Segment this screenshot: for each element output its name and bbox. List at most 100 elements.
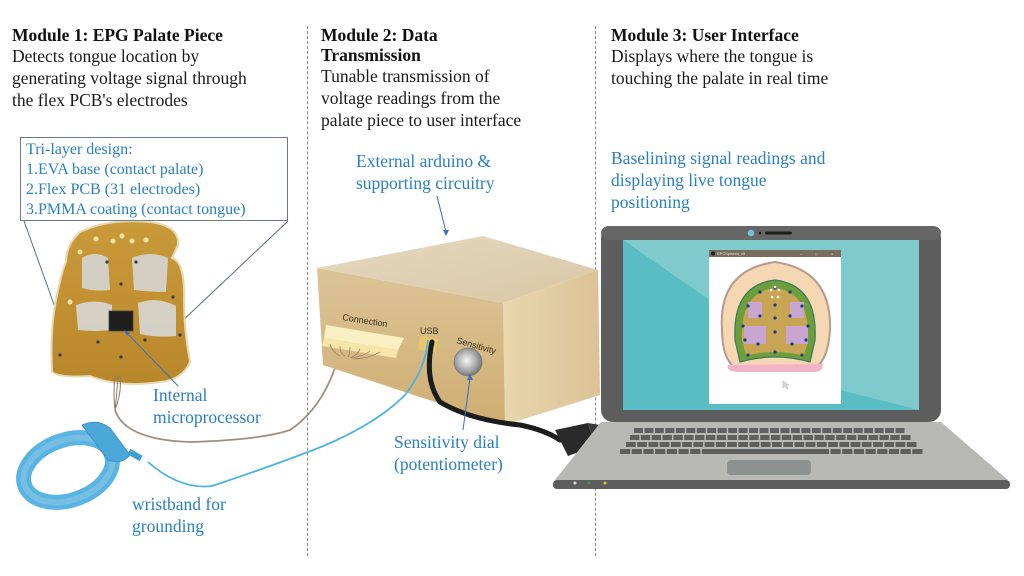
keyboard-key <box>749 442 760 447</box>
keyboard-key <box>648 442 659 447</box>
keyboard-key <box>715 442 726 447</box>
sensitivity-dial-callout-line: (potentiometer) <box>394 454 503 474</box>
keyboard-key <box>865 449 876 454</box>
keyboard-key <box>885 428 895 433</box>
tri-layer-leader-right <box>177 220 289 326</box>
keyboard-key <box>874 428 884 433</box>
keyboard-key <box>790 428 800 433</box>
keyboard-key <box>853 449 865 454</box>
keyboard-key <box>781 435 792 440</box>
tri-layer-item: 1.EVA base (contact palate) <box>26 161 204 178</box>
keyboard-key <box>843 428 853 433</box>
keyboard-key <box>770 428 779 433</box>
keyboard-key <box>727 435 737 440</box>
tri-layer-leader-left <box>23 220 57 311</box>
arduino-callout-line: External arduino & <box>356 151 492 171</box>
keyboard-key <box>890 435 900 440</box>
keyboard-key <box>695 435 705 440</box>
palate-visualization <box>720 260 832 372</box>
keyboard-key <box>771 435 781 440</box>
keyboard-key <box>634 428 643 433</box>
arduino-callout-line: supporting circuitry <box>356 173 495 193</box>
app-window[interactable]: EPCSpeech_v5 – □ × <box>709 250 841 404</box>
keyboard-key <box>864 428 874 433</box>
keyboard-key <box>655 449 666 454</box>
keyboard-key <box>686 428 696 433</box>
keyboard-key <box>850 442 861 447</box>
app-window-icon <box>711 251 715 256</box>
keyboard-key <box>895 442 906 447</box>
keyboard-key <box>716 435 727 440</box>
keyboard-key <box>830 449 841 454</box>
arduino-box: Connection USB Sensitivity <box>317 236 600 425</box>
keyboard-key <box>738 435 748 440</box>
arduino-leader <box>436 195 447 233</box>
keyboard-key <box>895 428 905 433</box>
laptop: EPCSpeech_v5 – □ × <box>553 226 1010 489</box>
keyboard-key <box>644 428 654 433</box>
wristband-callout-line: wristband for <box>132 494 226 514</box>
baselining-callout-line: positioning <box>611 192 690 212</box>
keyboard-key <box>783 442 793 447</box>
keyboard-key <box>901 435 911 440</box>
keyboard-key <box>662 435 672 440</box>
laptop-front-edge <box>553 480 1010 489</box>
keyboard-key <box>654 428 664 433</box>
keyboard-key <box>717 428 727 433</box>
keyboard-key <box>873 442 883 447</box>
keyboard-key <box>673 435 683 440</box>
keyboard-key <box>816 442 827 447</box>
keyboard-key <box>805 442 816 447</box>
keyboard-key <box>794 442 805 447</box>
keyboard-key <box>853 428 863 433</box>
keyboard-key <box>696 428 706 433</box>
keyboard-key <box>749 435 759 440</box>
keyboard-key <box>651 435 662 440</box>
microprocessor-chip <box>108 310 134 332</box>
keyboard-key <box>884 442 895 447</box>
sensitivity-dial-callout: Sensitivity dial (potentiometer) <box>394 431 503 475</box>
keyboard-key <box>749 428 759 433</box>
keyboard-key <box>900 449 911 454</box>
keyboard-key <box>822 428 832 433</box>
sensitivity-dial[interactable] <box>453 347 483 377</box>
keyboard-key <box>675 428 685 433</box>
keyboard-key <box>760 442 771 447</box>
keyboard-key <box>811 428 821 433</box>
keyboard-key <box>643 449 654 454</box>
sensitivity-dial-callout-line: Sensitivity dial <box>394 432 500 452</box>
keyboard-key <box>707 428 717 433</box>
keyboard-key <box>659 442 670 447</box>
keyboard-key <box>631 449 642 454</box>
wristband-callout: wristband for grounding <box>132 493 226 537</box>
arduino-callout: External arduino & supporting circuitry <box>356 150 495 194</box>
keyboard-key <box>868 435 878 440</box>
keyboard-key <box>704 442 715 447</box>
keyboard-key <box>857 435 868 440</box>
keyboard-key <box>877 449 888 454</box>
keyboard-key <box>912 449 923 454</box>
keyboard-spacebar <box>701 449 829 454</box>
keyboard-key <box>836 435 846 440</box>
keyboard-key <box>780 428 790 433</box>
keyboard-key <box>705 435 716 440</box>
keyboard-key <box>666 449 677 454</box>
microprocessor-callout-line: microprocessor <box>153 407 261 427</box>
keyboard-key <box>759 428 769 433</box>
keyboard-key <box>888 449 900 454</box>
illustration-layer: Connection USB Sensitivity EPCSpeech_v5 … <box>16 195 1010 510</box>
tri-layer-heading: Tri-layer design: <box>26 141 133 158</box>
grounding-wristband <box>16 421 143 510</box>
tri-layer-item: 2.Flex PCB (31 electrodes) <box>26 181 201 198</box>
laptop-trackpad[interactable] <box>727 460 811 475</box>
keyboard-key <box>760 435 770 440</box>
keyboard-key <box>861 442 872 447</box>
keyboard-key <box>803 435 813 440</box>
keyboard-key <box>620 449 631 454</box>
keyboard-key <box>772 442 782 447</box>
tri-layer-item: 3.PMMA coating (contact tongue) <box>26 201 246 218</box>
keyboard-key <box>814 435 824 440</box>
laptop-camera <box>747 229 755 237</box>
baselining-callout: Baselining signal readings and displayin… <box>611 147 825 213</box>
keyboard-key <box>637 442 647 447</box>
